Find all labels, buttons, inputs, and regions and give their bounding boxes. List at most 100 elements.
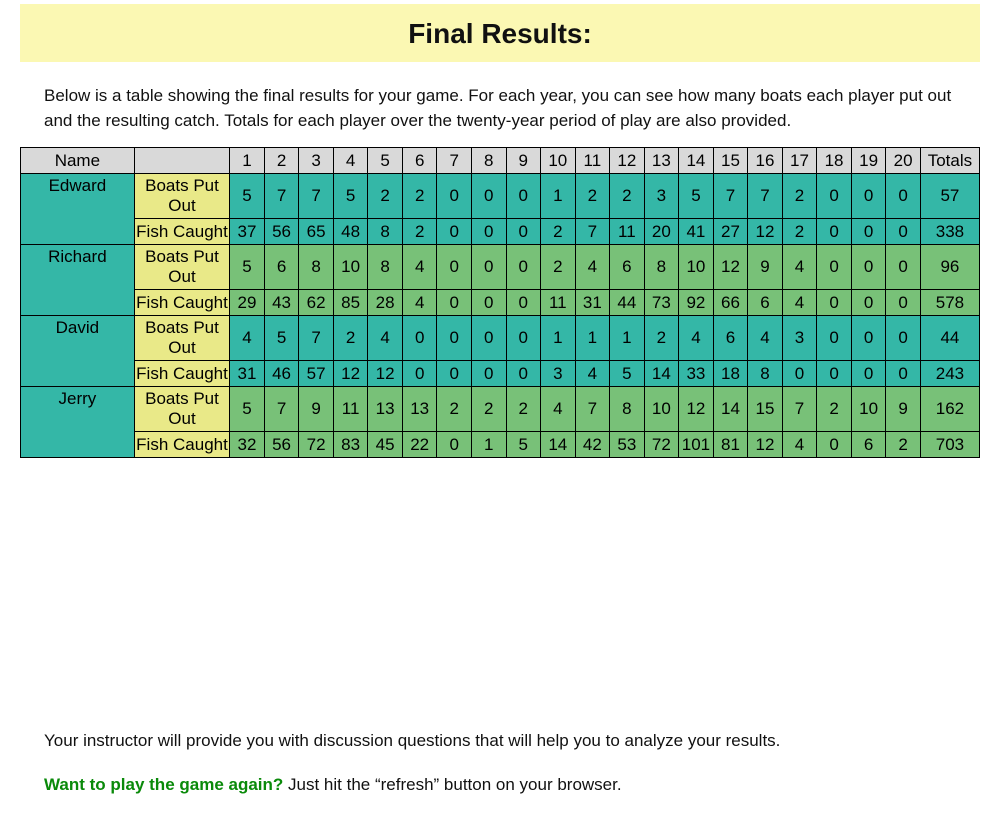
value-cell: 7: [782, 387, 817, 432]
col-header-year-8: 8: [471, 148, 506, 174]
value-cell: 0: [782, 361, 817, 387]
value-cell: 9: [299, 387, 334, 432]
metric-label-boats: Boats Put Out: [134, 387, 229, 432]
value-cell: 31: [575, 290, 610, 316]
value-cell: 7: [575, 387, 610, 432]
value-cell: 0: [851, 219, 886, 245]
col-header-year-16: 16: [748, 148, 783, 174]
value-cell: 0: [471, 245, 506, 290]
value-cell: 4: [575, 245, 610, 290]
value-cell: 0: [506, 316, 541, 361]
value-cell: 0: [817, 316, 852, 361]
value-cell: 2: [610, 174, 645, 219]
table-row: RichardBoats Put Out56810840002468101294…: [21, 245, 980, 290]
value-cell: 6: [851, 432, 886, 458]
value-cell: 62: [299, 290, 334, 316]
col-header-year-19: 19: [851, 148, 886, 174]
value-cell: 1: [610, 316, 645, 361]
value-cell: 6: [713, 316, 748, 361]
col-header-year-12: 12: [610, 148, 645, 174]
value-cell: 2: [402, 219, 437, 245]
value-cell: 8: [644, 245, 679, 290]
metric-label-boats: Boats Put Out: [134, 245, 229, 290]
total-cell: 44: [920, 316, 979, 361]
value-cell: 20: [644, 219, 679, 245]
value-cell: 44: [610, 290, 645, 316]
value-cell: 72: [299, 432, 334, 458]
value-cell: 2: [886, 432, 921, 458]
value-cell: 53: [610, 432, 645, 458]
value-cell: 7: [575, 219, 610, 245]
value-cell: 0: [437, 361, 472, 387]
value-cell: 4: [782, 290, 817, 316]
value-cell: 9: [886, 387, 921, 432]
value-cell: 13: [368, 387, 403, 432]
value-cell: 0: [886, 361, 921, 387]
table-row: EdwardBoats Put Out577522000122357720005…: [21, 174, 980, 219]
table-header-row: Name1234567891011121314151617181920Total…: [21, 148, 980, 174]
metric-label-fish: Fish Caught: [134, 290, 229, 316]
value-cell: 13: [402, 387, 437, 432]
value-cell: 10: [644, 387, 679, 432]
value-cell: 0: [817, 432, 852, 458]
value-cell: 28: [368, 290, 403, 316]
value-cell: 6: [748, 290, 783, 316]
col-header-year-2: 2: [264, 148, 299, 174]
value-cell: 8: [368, 219, 403, 245]
value-cell: 0: [437, 316, 472, 361]
value-cell: 46: [264, 361, 299, 387]
value-cell: 2: [471, 387, 506, 432]
value-cell: 0: [506, 290, 541, 316]
value-cell: 2: [575, 174, 610, 219]
col-header-year-9: 9: [506, 148, 541, 174]
results-table-wrap: Name1234567891011121314151617181920Total…: [20, 147, 980, 458]
col-header-totals: Totals: [920, 148, 979, 174]
value-cell: 92: [679, 290, 714, 316]
total-cell: 96: [920, 245, 979, 290]
value-cell: 5: [506, 432, 541, 458]
col-header-year-11: 11: [575, 148, 610, 174]
value-cell: 101: [679, 432, 714, 458]
value-cell: 2: [817, 387, 852, 432]
value-cell: 85: [333, 290, 368, 316]
value-cell: 0: [437, 432, 472, 458]
value-cell: 5: [230, 174, 265, 219]
value-cell: 4: [782, 432, 817, 458]
value-cell: 2: [506, 387, 541, 432]
value-cell: 8: [610, 387, 645, 432]
value-cell: 45: [368, 432, 403, 458]
value-cell: 3: [644, 174, 679, 219]
value-cell: 0: [506, 174, 541, 219]
play-again-rest: Just hit the “refresh” button on your br…: [283, 775, 621, 794]
results-table: Name1234567891011121314151617181920Total…: [20, 147, 980, 458]
value-cell: 4: [541, 387, 576, 432]
value-cell: 2: [541, 219, 576, 245]
value-cell: 83: [333, 432, 368, 458]
value-cell: 6: [264, 245, 299, 290]
col-header-year-6: 6: [402, 148, 437, 174]
value-cell: 2: [402, 174, 437, 219]
value-cell: 2: [368, 174, 403, 219]
value-cell: 48: [333, 219, 368, 245]
value-cell: 0: [437, 174, 472, 219]
value-cell: 12: [748, 219, 783, 245]
value-cell: 5: [679, 174, 714, 219]
value-cell: 0: [471, 290, 506, 316]
value-cell: 8: [748, 361, 783, 387]
col-header-name: Name: [21, 148, 135, 174]
table-row: Fish Caught37566548820002711204127122000…: [21, 219, 980, 245]
metric-label-fish: Fish Caught: [134, 432, 229, 458]
col-header-year-17: 17: [782, 148, 817, 174]
value-cell: 65: [299, 219, 334, 245]
value-cell: 43: [264, 290, 299, 316]
value-cell: 3: [541, 361, 576, 387]
value-cell: 4: [748, 316, 783, 361]
footer-line-1: Your instructor will provide you with di…: [44, 728, 956, 754]
value-cell: 37: [230, 219, 265, 245]
value-cell: 10: [851, 387, 886, 432]
value-cell: 4: [368, 316, 403, 361]
value-cell: 7: [299, 174, 334, 219]
value-cell: 2: [541, 245, 576, 290]
value-cell: 10: [679, 245, 714, 290]
value-cell: 12: [333, 361, 368, 387]
